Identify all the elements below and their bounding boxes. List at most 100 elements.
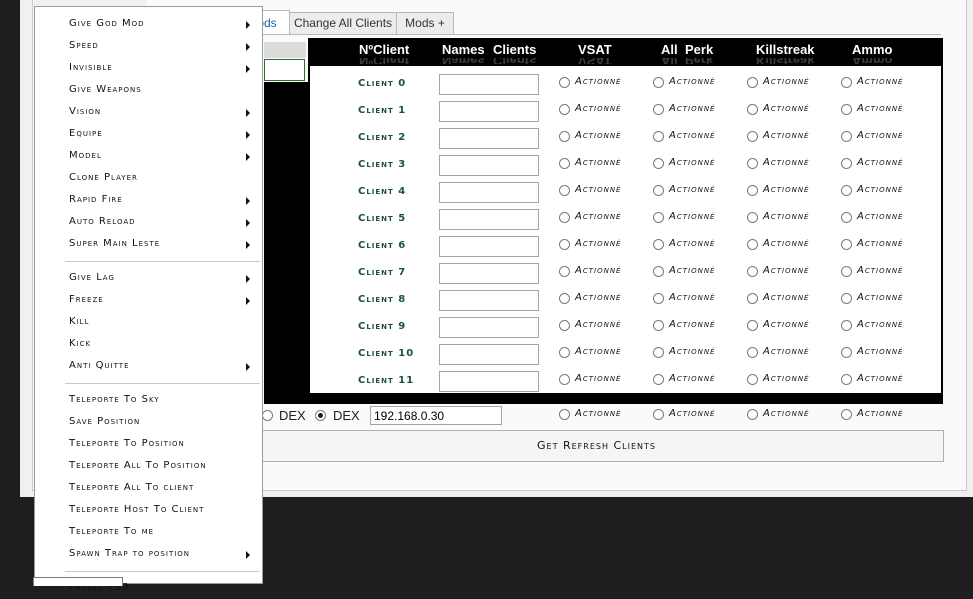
actionne-radio[interactable] — [653, 320, 664, 331]
menu-item-kick[interactable]: Kick — [35, 333, 262, 355]
actionne-radio[interactable] — [747, 212, 758, 223]
client-name-input[interactable] — [439, 128, 539, 149]
actionne-radio[interactable] — [559, 374, 570, 385]
actionne-radio[interactable] — [559, 212, 570, 223]
actionne-radio[interactable] — [841, 347, 852, 358]
actionne-radio[interactable] — [559, 347, 570, 358]
actionne-radio[interactable] — [747, 185, 758, 196]
menu-item-teleporte-to-position[interactable]: Teleporte To Position — [35, 433, 262, 455]
actionne-radio[interactable] — [747, 293, 758, 304]
client-name-input[interactable] — [439, 209, 539, 230]
all-actionne-radio[interactable] — [653, 409, 664, 420]
menu-item-teleporte-to-sky[interactable]: Teleporte To Sky — [35, 389, 262, 411]
actionne-radio[interactable] — [653, 347, 664, 358]
get-refresh-clients-button[interactable]: Get Refresh Clients — [249, 430, 944, 462]
actionne-radio[interactable] — [841, 77, 852, 88]
actionne-radio[interactable] — [841, 158, 852, 169]
menu-item-kill[interactable]: Kill — [35, 311, 262, 333]
client-name-input[interactable] — [439, 344, 539, 365]
actionne-radio[interactable] — [841, 131, 852, 142]
menu-item-teleporte-to-me[interactable]: Teleporte To me — [35, 521, 262, 543]
actionne-radio[interactable] — [653, 104, 664, 115]
menu-item-save-position[interactable]: Save Position — [35, 411, 262, 433]
actionne-radio[interactable] — [653, 239, 664, 250]
actionne-radio[interactable] — [559, 185, 570, 196]
client-name-input[interactable] — [439, 290, 539, 311]
menu-item-freeze[interactable]: Freeze — [35, 289, 262, 311]
client-name-input[interactable] — [439, 74, 539, 95]
client-name-input[interactable] — [439, 155, 539, 176]
menu-item-auto-reload[interactable]: Auto Reload — [35, 211, 262, 233]
menu-item-teleporte-host-to-client[interactable]: Teleporte Host To Client — [35, 499, 262, 521]
client-name-input[interactable] — [439, 317, 539, 338]
menu-item-teleporte-all-to-position[interactable]: Teleporte All To Position — [35, 455, 262, 477]
menu-item-anti-quitte[interactable]: Anti Quitte — [35, 355, 262, 377]
actionne-radio[interactable] — [653, 212, 664, 223]
menu-item-clone-player[interactable]: Clone Player — [35, 167, 262, 189]
actionne-radio[interactable] — [653, 185, 664, 196]
actionne-radio[interactable] — [653, 293, 664, 304]
actionne-radio[interactable] — [653, 158, 664, 169]
actionne-radio[interactable] — [747, 347, 758, 358]
actionne-radio[interactable] — [841, 266, 852, 277]
actionne-radio[interactable] — [559, 158, 570, 169]
actionne-radio[interactable] — [559, 293, 570, 304]
client-label: Client 10 — [358, 348, 415, 359]
actionne-radio[interactable] — [841, 212, 852, 223]
actionne-radio[interactable] — [559, 77, 570, 88]
actionne-radio[interactable] — [653, 266, 664, 277]
left-panel-input[interactable] — [264, 59, 305, 81]
actionne-radio[interactable] — [747, 374, 758, 385]
actionne-radio[interactable] — [653, 374, 664, 385]
actionne-radio[interactable] — [559, 266, 570, 277]
actionne-radio[interactable] — [653, 131, 664, 142]
menu-item-teleporte-all-to-client[interactable]: Teleporte All To client — [35, 477, 262, 499]
actionne-label: Actionné — [857, 319, 904, 330]
actionne-radio[interactable] — [841, 374, 852, 385]
actionne-radio[interactable] — [653, 77, 664, 88]
header-all-reflection: All — [661, 58, 678, 64]
actionne-radio[interactable] — [747, 158, 758, 169]
actionne-radio[interactable] — [747, 266, 758, 277]
menu-item-model[interactable]: Model — [35, 145, 262, 167]
menu-item-speed[interactable]: Speed — [35, 35, 262, 57]
menu-item-spawn-trap-to-position[interactable]: Spawn Trap to position — [35, 543, 262, 565]
client-name-input[interactable] — [439, 101, 539, 122]
actionne-radio[interactable] — [841, 293, 852, 304]
dex-radio-1[interactable] — [262, 410, 273, 421]
menu-item-rapid-fire[interactable]: Rapid Fire — [35, 189, 262, 211]
menu-item-give-lag[interactable]: Give Lag — [35, 267, 262, 289]
actionne-radio[interactable] — [841, 239, 852, 250]
menu-item-super-main-leste[interactable]: Super Main Leste — [35, 233, 262, 255]
all-actionne-radio[interactable] — [747, 409, 758, 420]
actionne-radio[interactable] — [559, 239, 570, 250]
client-name-input[interactable] — [439, 263, 539, 284]
actionne-radio[interactable] — [747, 131, 758, 142]
menu-item-invisible[interactable]: Invisible — [35, 57, 262, 79]
actionne-radio[interactable] — [841, 320, 852, 331]
menu-item-equipe[interactable]: Equipe — [35, 123, 262, 145]
actionne-radio[interactable] — [747, 77, 758, 88]
dex-radio-2[interactable] — [315, 410, 326, 421]
client-name-input[interactable] — [439, 236, 539, 257]
actionne-radio[interactable] — [559, 104, 570, 115]
actionne-radio[interactable] — [747, 239, 758, 250]
actionne-radio[interactable] — [559, 320, 570, 331]
actionne-radio[interactable] — [747, 320, 758, 331]
tab-divider — [244, 34, 941, 35]
all-actionne-radio[interactable] — [559, 409, 570, 420]
client-name-input[interactable] — [439, 371, 539, 392]
tab-mods-plus[interactable]: Mods + — [396, 12, 454, 34]
menu-item-give-weapons[interactable]: Give Weapons — [35, 79, 262, 101]
all-actionne-radio[interactable] — [841, 409, 852, 420]
actionne-radio[interactable] — [841, 185, 852, 196]
menu-item-vision[interactable]: Vision — [35, 101, 262, 123]
menu-item-give-god-mod[interactable]: Give God Mod — [35, 13, 262, 35]
actionne-label: Actionné — [669, 103, 716, 114]
tab-change-all-clients[interactable]: Change All Clients — [289, 12, 397, 34]
client-name-input[interactable] — [439, 182, 539, 203]
actionne-radio[interactable] — [841, 104, 852, 115]
ip-address-input[interactable]: 192.168.0.30 — [370, 406, 502, 425]
actionne-radio[interactable] — [559, 131, 570, 142]
actionne-radio[interactable] — [747, 104, 758, 115]
